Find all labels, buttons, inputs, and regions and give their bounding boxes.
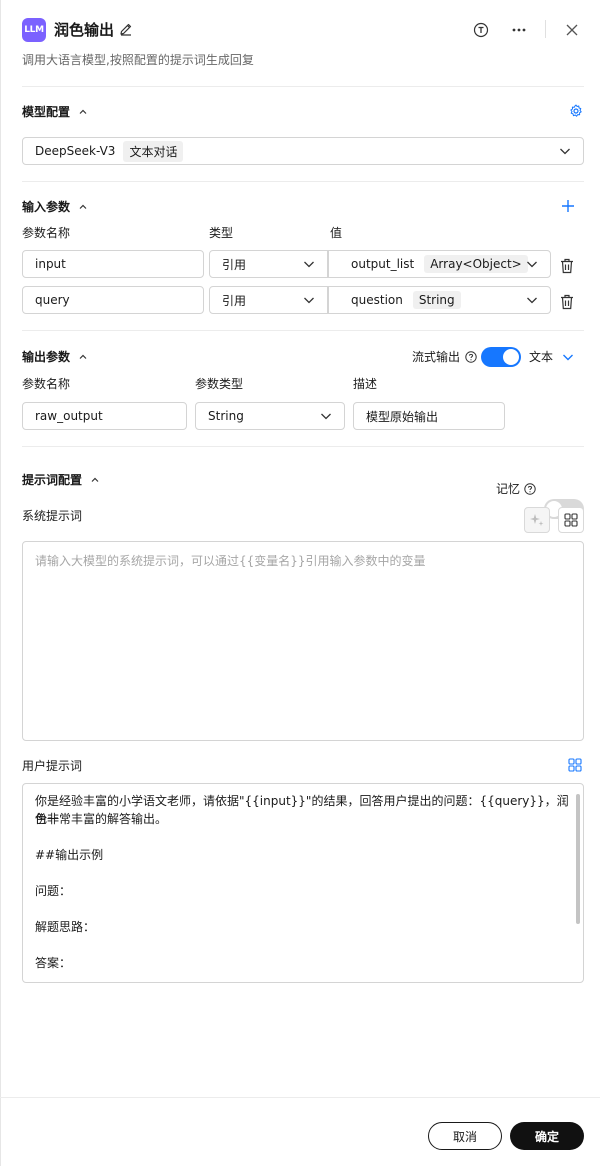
llm-logo-text: LLM [24, 25, 44, 35]
param-value-ref: question [351, 293, 403, 307]
prompt-config-title: 提示词配置 [22, 473, 83, 487]
prompt-line [35, 828, 571, 846]
footer-divider [0, 1097, 600, 1098]
param-name-input[interactable]: input [22, 250, 204, 278]
format-chevron-down-icon[interactable] [562, 351, 574, 363]
ai-generate-sparkle-button[interactable] [524, 507, 550, 533]
output-params-header[interactable]: 输出参数 [22, 349, 88, 365]
prompt-config-header[interactable]: 提示词配置 [22, 472, 100, 488]
add-param-plus-icon[interactable] [561, 199, 575, 213]
input-params-header[interactable]: 输入参数 [22, 199, 88, 215]
help-question-icon[interactable] [465, 351, 477, 366]
sparkle-icon [530, 514, 544, 526]
user-prompt-grid-icon[interactable] [568, 758, 584, 774]
col-param-name: 参数名称 [22, 377, 71, 391]
memory-label: 记忆 [496, 482, 521, 496]
param-type-select[interactable]: 引用 [209, 250, 328, 278]
cancel-button[interactable]: 取消 [428, 1122, 502, 1150]
more-options-icon[interactable] [509, 20, 529, 40]
user-prompt-label: 用户提示词 [22, 759, 83, 773]
param-name-input[interactable]: query [22, 286, 204, 314]
stream-output-toggle[interactable] [481, 347, 521, 367]
prompt-line: ##输出示例 [35, 848, 104, 862]
param-type-value: 引用 [222, 293, 247, 308]
output-type-select[interactable]: String [195, 402, 345, 430]
grid-icon [564, 513, 578, 527]
input-params-title: 输入参数 [22, 200, 71, 214]
model-config-header[interactable]: 模型配置 [22, 104, 88, 120]
chevron-up-icon [79, 354, 87, 359]
param-value-type-tag: Array<Object> [424, 255, 528, 273]
header-separator [545, 20, 546, 38]
param-value-select[interactable]: output_list Array<Object> [328, 250, 551, 278]
text-tool-icon[interactable] [471, 20, 491, 40]
output-format-label: 文本 [529, 350, 554, 364]
param-type-select[interactable]: 引用 [209, 286, 328, 314]
chevron-down-icon [304, 297, 314, 304]
toggle-knob [503, 349, 519, 365]
output-type-value: String [208, 409, 244, 423]
prompt-line [35, 936, 571, 954]
chevron-up-icon [91, 477, 99, 482]
delete-trash-icon[interactable] [560, 258, 576, 274]
prompt-line: 问题： [35, 884, 72, 898]
model-select[interactable]: DeepSeek-V3 文本对话 [22, 137, 584, 165]
output-description-value: 模型原始输出 [366, 409, 439, 424]
col-param-type: 参数类型 [195, 377, 244, 391]
col-type: 类型 [209, 226, 234, 240]
node-title: 润色输出 [54, 21, 115, 39]
param-value-ref: output_list [351, 257, 415, 271]
settings-gear-icon[interactable] [569, 104, 585, 120]
prompt-line: 答案： [35, 956, 72, 970]
system-prompt-label: 系统提示词 [22, 509, 83, 523]
stream-output-label: 流式输出 [412, 350, 461, 364]
template-grid-button[interactable] [558, 507, 584, 533]
output-params-title: 输出参数 [22, 350, 71, 364]
edit-pencil-icon[interactable] [119, 22, 133, 36]
chevron-up-icon [79, 204, 87, 209]
system-prompt-placeholder: 请输入大模型的系统提示词，可以通过{{变量名}}引用输入参数中的变量 [35, 554, 426, 568]
param-value-select[interactable]: question String [328, 286, 551, 314]
model-tag: 文本对话 [123, 140, 184, 162]
chevron-down-icon [560, 148, 570, 155]
divider [22, 446, 584, 447]
prompt-line: 份非常丰富的解答输出。 [35, 812, 168, 826]
prompt-line [35, 864, 571, 882]
prompt-line [35, 900, 571, 918]
param-name-value: query [35, 293, 70, 307]
node-description: 调用大语言模型,按照配置的提示词生成回复 [22, 53, 254, 67]
panel-border [0, 0, 1, 1166]
chevron-down-icon [304, 261, 314, 268]
prompt-line: 解题思路： [35, 920, 96, 934]
confirm-button[interactable]: 确定 [510, 1122, 584, 1150]
textarea-scrollbar[interactable] [576, 794, 580, 924]
model-name: DeepSeek-V3 [35, 144, 116, 158]
output-name-value: raw_output [35, 409, 103, 423]
param-value-type-tag: String [412, 291, 461, 309]
chevron-up-icon [79, 109, 87, 114]
system-prompt-textarea[interactable]: 请输入大模型的系统提示词，可以通过{{变量名}}引用输入参数中的变量 [22, 541, 584, 741]
close-icon[interactable] [562, 20, 582, 40]
chevron-down-icon [321, 413, 331, 420]
user-prompt-textarea[interactable]: 你是经验丰富的小学语文老师，请依据"{{input}}"的结果，回答用户提出的问… [22, 783, 584, 983]
output-name-input[interactable]: raw_output [22, 402, 187, 430]
param-name-value: input [35, 257, 66, 271]
output-description-input[interactable]: 模型原始输出 [353, 402, 505, 430]
help-question-icon[interactable] [524, 483, 536, 498]
divider [22, 330, 584, 331]
delete-trash-icon[interactable] [560, 294, 576, 310]
divider [22, 86, 584, 87]
divider [22, 181, 584, 182]
param-type-value: 引用 [222, 257, 247, 272]
chevron-down-icon [527, 297, 537, 304]
col-value: 值 [330, 226, 343, 240]
model-config-title: 模型配置 [22, 105, 71, 119]
prompt-line: 你是经验丰富的小学语文老师，请依据"{{input}}"的结果，回答用户提出的问… [35, 794, 569, 826]
col-param-name: 参数名称 [22, 226, 71, 240]
llm-logo: LLM [22, 18, 46, 42]
chevron-down-icon [527, 261, 537, 268]
col-description: 描述 [353, 377, 378, 391]
